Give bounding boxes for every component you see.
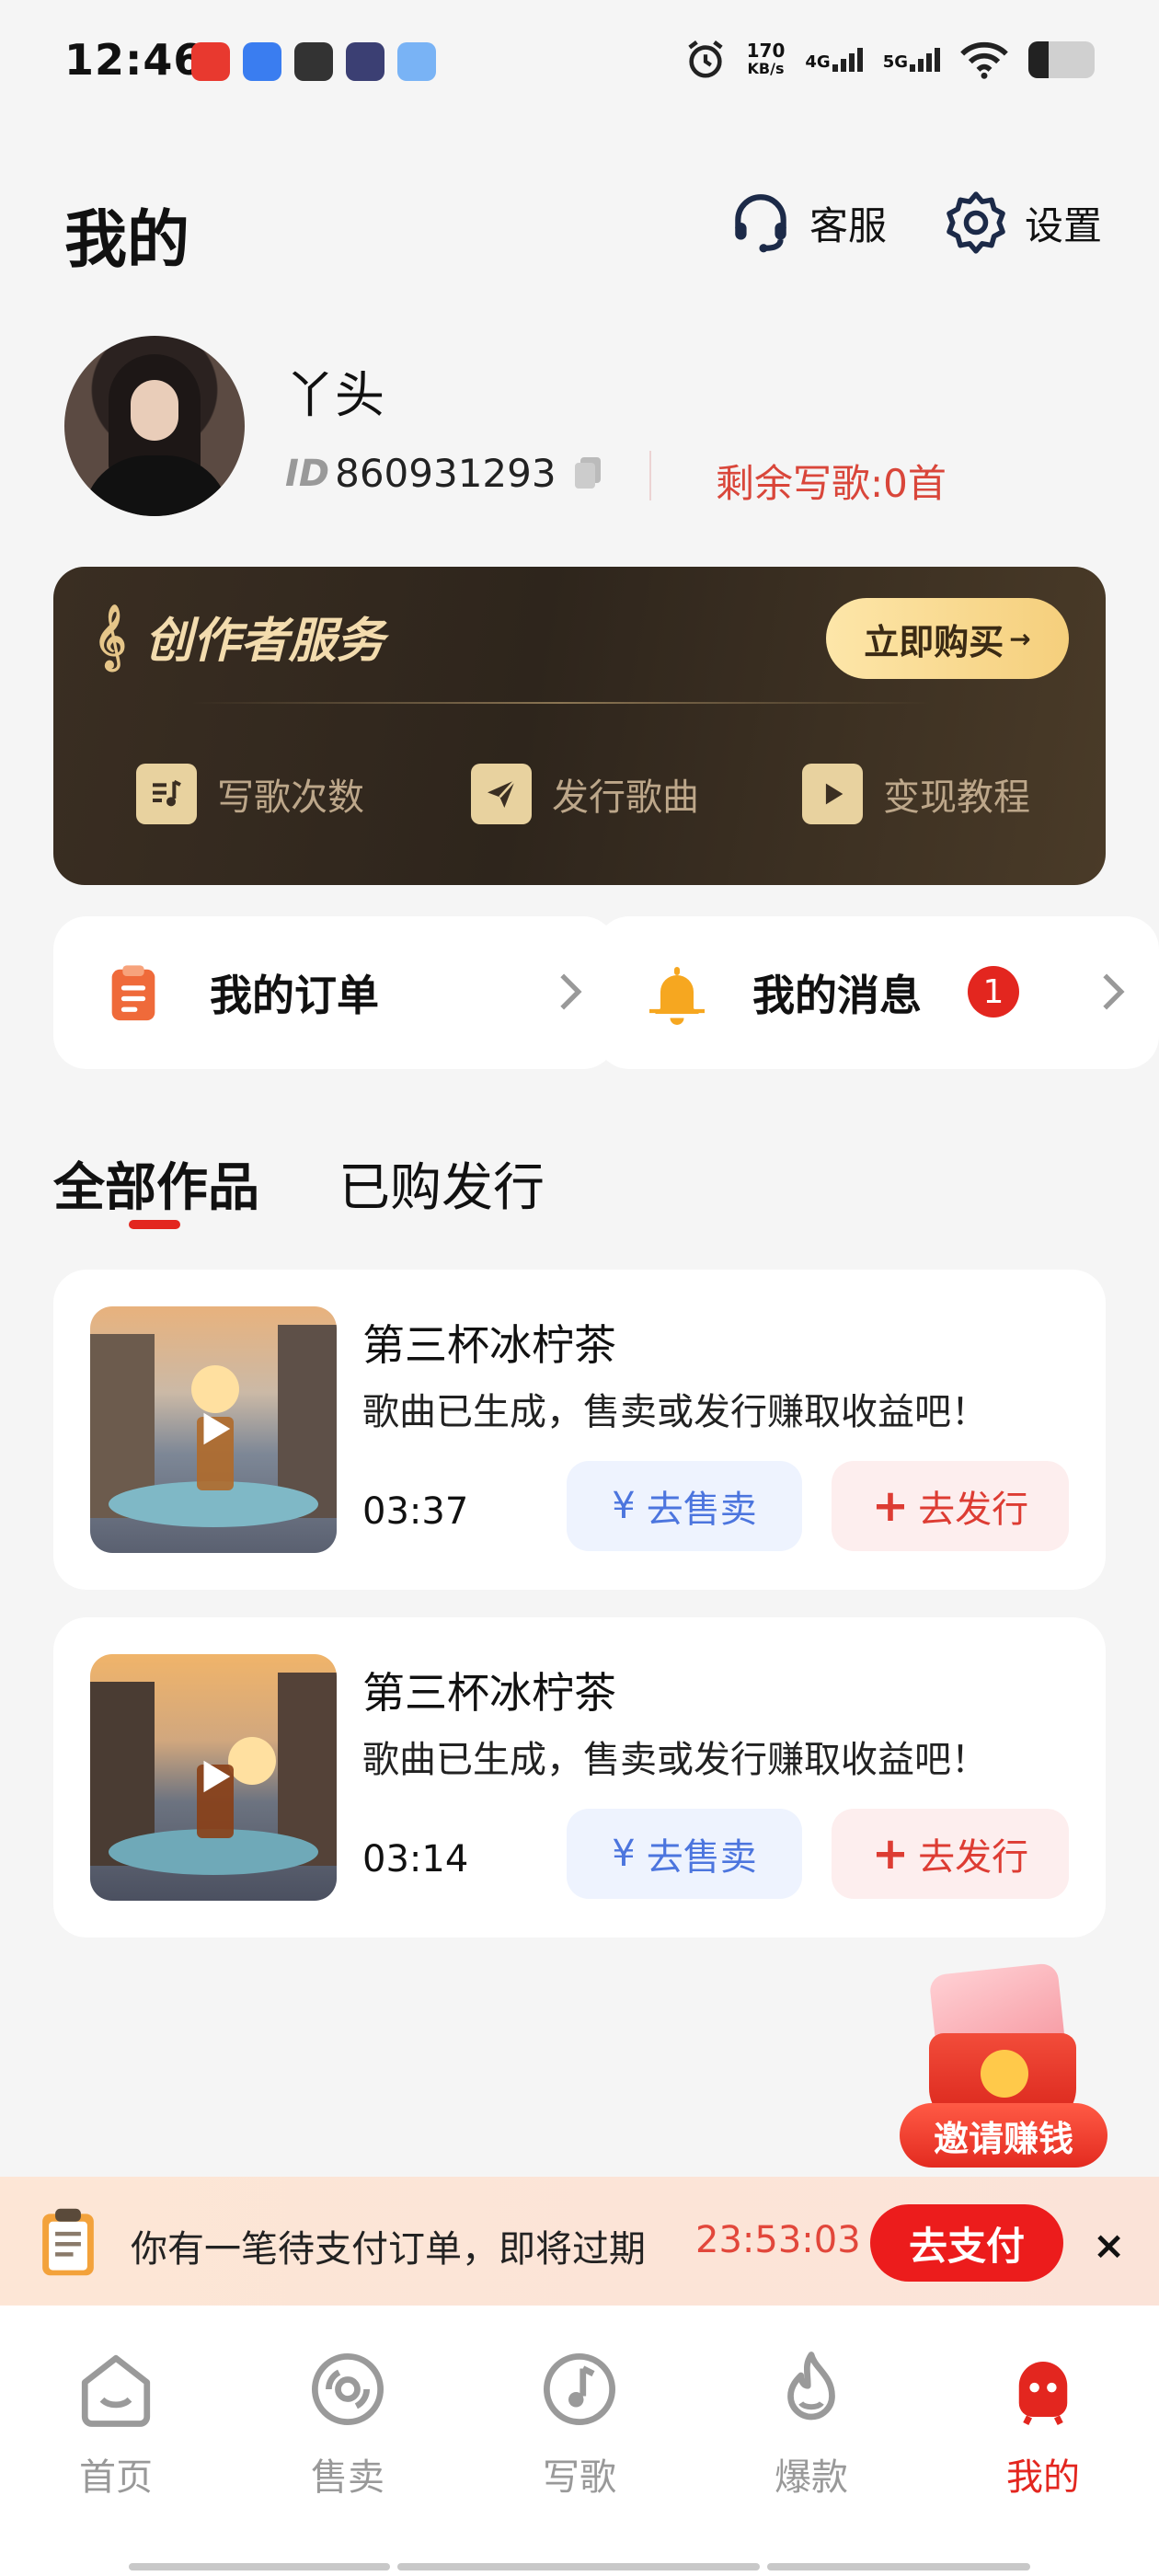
pending-payment-text: 你有一笔待支付订单，即将过期 [131,2228,646,2271]
battery-icon [1028,41,1095,78]
treble-clef-icon: 𝄞 [94,604,127,669]
nav-write-song[interactable]: 写歌 [488,2348,671,2501]
status-time: 12:46 [64,35,204,85]
play-icon [203,1412,231,1445]
status-app-icons [191,42,436,81]
invite-earn-label: 邀请赚钱 [900,2103,1107,2168]
music-note-icon [136,764,197,824]
nav-hot[interactable]: 爆款 [719,2348,903,2501]
work-title: 第三杯冰柠茶 [362,1320,616,1370]
pending-payment-banner: 你有一笔待支付订单，即将过期 23:53:03 去支付 × [0,2177,1159,2306]
nav-sell[interactable]: 售卖 [256,2348,440,2501]
user-icon [1018,2362,1068,2426]
plus-icon: + [871,1828,910,1880]
arrow-right-icon: → [1009,623,1031,654]
avatar[interactable] [64,336,245,516]
divider [191,702,931,704]
release-button[interactable]: + 去发行 [832,1461,1069,1551]
settings-button[interactable]: 设置 [942,189,1102,257]
chevron-right-icon [560,973,582,1010]
release-button[interactable]: + 去发行 [832,1809,1069,1899]
user-id-row: ID 860931293 [285,451,602,496]
signal-bars-icon [832,48,863,72]
customer-service-label: 客服 [809,202,888,248]
divider [649,451,651,500]
pay-now-button[interactable]: 去支付 [870,2204,1063,2282]
my-messages-label: 我的消息 [752,971,922,1020]
home-icon [81,2354,151,2427]
gesture-bar [129,2563,390,2570]
customer-service-button[interactable]: 客服 [727,189,887,257]
unread-badge: 1 [968,966,1019,1018]
gesture-bar [767,2563,1030,2570]
buy-now-button[interactable]: 立即购买 → [826,598,1069,679]
douyin-app-icon [191,42,230,81]
work-duration: 03:37 [362,1490,469,1533]
work-duration: 03:14 [362,1838,469,1880]
alarm-icon [687,40,723,78]
work-subtitle: 歌曲已生成，售卖或发行赚取收益吧！ [362,1391,988,1433]
sell-button[interactable]: ¥ 去售卖 [567,1461,802,1551]
settings-label: 设置 [1025,202,1103,248]
user-id: 860931293 [335,451,557,496]
copy-icon[interactable] [574,456,602,490]
payment-countdown: 23:53:03 [695,2219,861,2261]
tab-all-works[interactable]: 全部作品 [53,1146,259,1221]
chevron-right-icon [1103,973,1125,1010]
creator-service-title: 𝄞 创作者服务 [94,604,384,670]
service-release-song[interactable]: 发行歌曲 [471,764,699,824]
yuan-icon: ¥ [612,1485,636,1527]
service-write-count[interactable]: 写歌次数 [136,764,364,824]
video-app-icon [346,42,384,81]
browser-app-icon [243,42,281,81]
flame-icon [787,2352,835,2421]
capcut-app-icon [294,42,333,81]
service-monetize-tutorial[interactable]: 变现教程 [802,764,1030,824]
disc-icon [312,2353,384,2425]
play-icon [203,1760,231,1793]
wifi-icon [960,41,1008,79]
status-indicators: 170 KB/s 4G 5G [684,39,1095,81]
work-subtitle: 歌曲已生成，售卖或发行赚取收益吧！ [362,1739,988,1781]
network-speed: 170 KB/s [746,40,786,77]
work-card[interactable]: 第三杯冰柠茶 歌曲已生成，售卖或发行赚取收益吧！ 03:37 ¥ 去售卖 + 去… [53,1270,1106,1590]
signal-4g: 4G [805,48,863,72]
nav-home[interactable]: 首页 [24,2348,208,2501]
invite-earn-button[interactable]: 邀请赚钱 [896,1961,1113,2169]
nav-mine[interactable]: 我的 [951,2348,1135,2501]
my-orders-label: 我的订单 [210,971,379,1020]
clipboard-icon [42,2208,94,2276]
clipboard-icon [111,965,155,1021]
yuan-icon: ¥ [612,1833,636,1875]
headset-icon [735,194,786,253]
close-icon[interactable]: × [1093,2223,1125,2268]
status-bar: 12:46 170 KB/s 4G 5G [0,0,1159,129]
active-tab-indicator [129,1220,180,1229]
bell-icon [649,967,705,1025]
my-orders-card[interactable]: 我的订单 [53,916,616,1069]
gesture-bar [397,2563,760,2570]
work-card[interactable]: 第三杯冰柠茶 歌曲已生成，售卖或发行赚取收益吧！ 03:14 ¥ 去售卖 + 去… [53,1617,1106,1938]
username: 丫头 [285,366,384,424]
id-tag: ID [285,452,330,495]
page-title: 我的 [64,204,190,277]
song-quota: 剩余写歌:0首 [716,461,947,506]
files-app-icon [397,42,436,81]
sell-button[interactable]: ¥ 去售卖 [567,1809,802,1899]
tab-purchased-release[interactable]: 已购发行 [339,1146,545,1221]
signal-5g: 5G [883,48,940,72]
play-icon [802,764,863,824]
gear-icon [947,191,1005,254]
music-note-icon [544,2353,615,2425]
plus-icon: + [871,1480,910,1532]
bottom-nav: 首页 售卖 写歌 爆款 我的 [0,2306,1159,2576]
my-messages-card[interactable]: 我的消息 1 [596,916,1159,1069]
send-icon [471,764,532,824]
signal-bars-icon [910,48,940,72]
coin-icon [981,2050,1028,2098]
song-cover[interactable] [90,1306,337,1553]
song-cover[interactable] [90,1654,337,1901]
work-title: 第三杯冰柠茶 [362,1668,616,1718]
creator-service-card: 𝄞 创作者服务 立即购买 → 写歌次数 发行歌曲 变现教程 [53,567,1106,885]
